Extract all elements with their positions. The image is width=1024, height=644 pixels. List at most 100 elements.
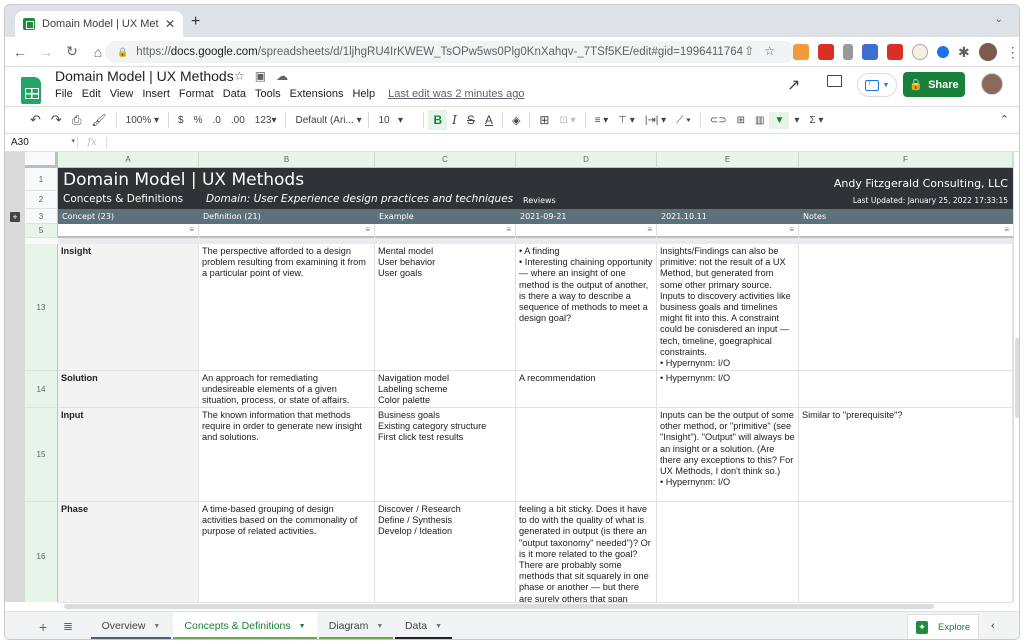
borders-icon[interactable]: ⊞: [534, 113, 554, 127]
row-header[interactable]: 5: [25, 224, 58, 238]
star-icon[interactable]: ☆: [234, 69, 255, 83]
forward-icon[interactable]: →: [35, 44, 57, 60]
text-color-button[interactable]: A: [480, 113, 498, 127]
text-wrap-icon[interactable]: |⇥| ▾: [640, 115, 671, 126]
example-cell[interactable]: Business goals Existing category structu…: [375, 408, 516, 501]
menu-data[interactable]: Data: [223, 88, 246, 100]
column-header-c[interactable]: C: [375, 152, 516, 168]
profile-avatar[interactable]: [978, 43, 997, 61]
review-cell[interactable]: [516, 408, 657, 501]
menu-extensions[interactable]: Extensions: [290, 88, 344, 100]
header-example[interactable]: Example: [375, 209, 516, 224]
row-header[interactable]: 1: [25, 168, 58, 191]
filter-icon[interactable]: ▼: [769, 111, 790, 129]
new-tab-button[interactable]: +: [191, 13, 200, 31]
document-title[interactable]: Domain Model | UX Methods: [55, 68, 234, 84]
definition-cell[interactable]: A time-based grouping of design activiti…: [199, 502, 375, 602]
menu-view[interactable]: View: [110, 88, 134, 100]
column-header-b[interactable]: B: [199, 152, 375, 168]
dog-extension-icon[interactable]: [912, 44, 928, 60]
header-notes[interactable]: Notes: [799, 209, 1013, 224]
last-edit-link[interactable]: Last edit was 2 minutes ago: [388, 88, 524, 100]
horizontal-scroll-thumb[interactable]: [64, 604, 934, 609]
row-header[interactable]: 14: [25, 371, 58, 408]
zoom-select[interactable]: 100% ▾: [121, 115, 164, 126]
move-folder-icon[interactable]: ▣: [255, 69, 276, 83]
share-page-icon[interactable]: ⇧: [744, 44, 764, 58]
notes-cell[interactable]: [799, 244, 1013, 370]
paint-format-icon[interactable]: 🖌: [86, 113, 111, 127]
column-header-f[interactable]: F: [799, 152, 1013, 168]
more-formats-button[interactable]: 123▾: [250, 115, 282, 126]
horizontal-scrollbar[interactable]: [58, 602, 1013, 610]
concept-cell[interactable]: Input: [58, 408, 199, 501]
filter-icon[interactable]: ≡: [1004, 225, 1009, 234]
currency-format-button[interactable]: $: [173, 115, 189, 126]
header-concept[interactable]: Concept (23): [58, 209, 199, 224]
select-all-corner[interactable]: [25, 152, 58, 168]
reload-icon[interactable]: ↻: [61, 43, 83, 60]
explore-button[interactable]: ✦ Explore: [907, 614, 979, 639]
row-header[interactable]: 3: [25, 209, 58, 224]
notes-cell[interactable]: Similar to "prerequisite"?: [799, 408, 1013, 501]
comments-icon[interactable]: [827, 75, 842, 87]
header-definition[interactable]: Definition (21): [199, 209, 375, 224]
row-header[interactable]: 13: [25, 244, 58, 371]
menu-insert[interactable]: Insert: [142, 88, 170, 100]
filter-icon[interactable]: ≡: [365, 225, 370, 234]
row-header[interactable]: 2: [25, 191, 58, 209]
concept-cell[interactable]: Solution: [58, 371, 199, 407]
filter-icon[interactable]: ≡: [506, 225, 511, 234]
vertical-align-icon[interactable]: ⊤ ▾: [613, 115, 640, 126]
collapse-toolbar-icon[interactable]: ⌃: [1000, 113, 1009, 126]
activity-trend-icon[interactable]: ↗: [787, 75, 800, 95]
sheet-tab-overview[interactable]: Overview ▼: [91, 612, 171, 639]
example-cell[interactable]: Discover / Research Define / Synthesis D…: [375, 502, 516, 602]
tab-search-chevron-icon[interactable]: ⌄: [995, 14, 1003, 25]
definition-cell[interactable]: An approach for remediating undesireable…: [199, 371, 375, 407]
header-review-2[interactable]: 2021.10.11: [657, 209, 799, 224]
cloud-status-icon[interactable]: ☁: [276, 69, 298, 83]
undo-icon[interactable]: ↶: [25, 112, 46, 128]
bookmark-star-icon[interactable]: ☆: [764, 44, 785, 58]
menu-tools[interactable]: Tools: [255, 88, 281, 100]
back-icon[interactable]: ←: [9, 44, 31, 60]
row-header[interactable]: 16: [25, 502, 58, 602]
percent-format-button[interactable]: %: [189, 115, 208, 126]
chevron-down-icon[interactable]: ▼: [153, 623, 160, 630]
definition-cell[interactable]: The perspective afforded to a design pro…: [199, 244, 375, 370]
strikethrough-button[interactable]: S: [462, 113, 480, 127]
url-bar[interactable]: 🔒 https://docs.google.com/spreadsheets/d…: [105, 41, 795, 63]
insert-link-icon[interactable]: ⊂⊃: [705, 115, 732, 126]
definition-cell[interactable]: The known information that methods requi…: [199, 408, 375, 501]
review-cell[interactable]: A recommendation: [516, 371, 657, 407]
print-icon[interactable]: ⎙: [67, 113, 87, 128]
row-header[interactable]: 15: [25, 408, 58, 502]
review-cell[interactable]: [657, 502, 799, 602]
insert-chart-icon[interactable]: ▥: [750, 115, 769, 126]
merge-cells-icon[interactable]: ⊡ ▾: [554, 115, 580, 126]
filter-icon[interactable]: ≡: [647, 225, 652, 234]
browser-tab[interactable]: Domain Model | UX Methods - ✕: [15, 11, 183, 37]
filter-icon[interactable]: ≡: [189, 225, 194, 234]
insert-comment-icon[interactable]: ⊞: [732, 115, 750, 126]
menu-help[interactable]: Help: [352, 88, 375, 100]
notes-cell[interactable]: [799, 502, 1013, 602]
y-extension-icon[interactable]: [887, 44, 903, 60]
menu-format[interactable]: Format: [179, 88, 214, 100]
sheet-tab-concepts-definitions[interactable]: Concepts & Definitions ▼: [173, 612, 317, 639]
sheets-logo-icon[interactable]: [21, 77, 41, 104]
fill-color-icon[interactable]: ◈: [507, 114, 525, 127]
chevron-down-icon[interactable]: ▼: [299, 623, 306, 630]
reader-extension-icon[interactable]: [843, 44, 853, 60]
account-avatar[interactable]: [981, 73, 1003, 95]
close-tab-icon[interactable]: ✕: [165, 17, 175, 31]
new-extension-icon[interactable]: [862, 44, 878, 60]
vertical-scroll-thumb[interactable]: [1015, 338, 1019, 418]
sheet-tab-data[interactable]: Data ▼: [395, 612, 452, 639]
add-sheet-icon[interactable]: +: [39, 619, 47, 635]
side-panel-toggle-icon[interactable]: ‹: [991, 620, 995, 632]
filter-views-caret-icon[interactable]: ▾: [789, 115, 804, 126]
font-size-select[interactable]: 10 ▾: [373, 115, 419, 126]
horizontal-align-icon[interactable]: ≡ ▾: [590, 115, 614, 126]
